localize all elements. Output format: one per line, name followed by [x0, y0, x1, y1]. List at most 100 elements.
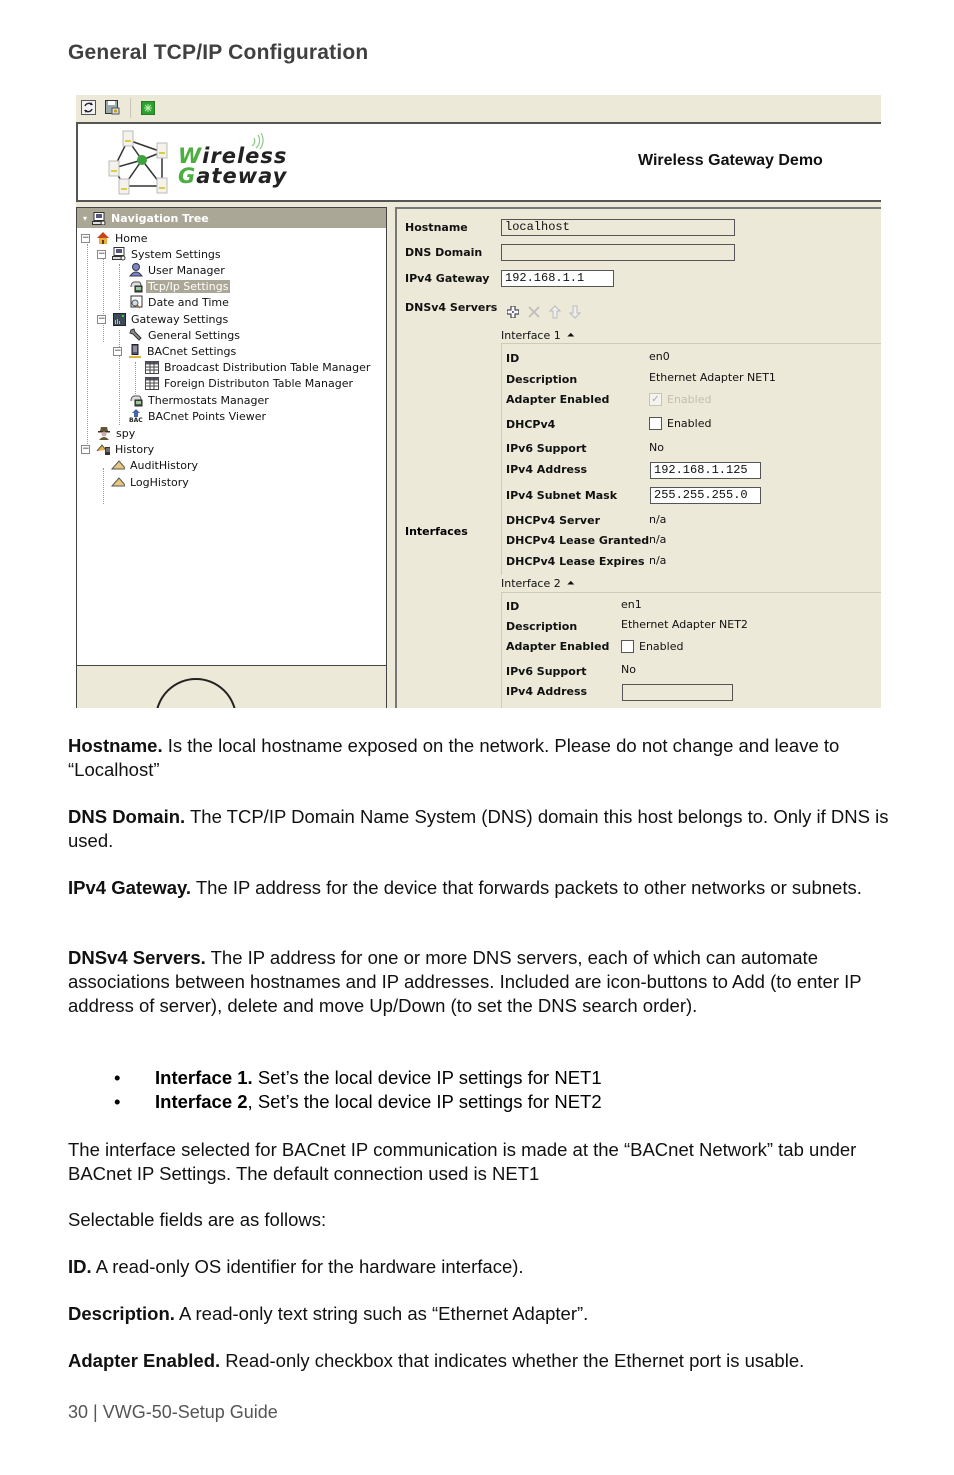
tree-item-user-manager[interactable]: User Manager [129, 262, 227, 278]
tree-label: User Manager [148, 263, 225, 277]
checkbox-checked[interactable]: ✓ [649, 393, 662, 406]
collapse-up-icon[interactable]: ⏶ [567, 330, 575, 341]
nav-lower-panel [77, 666, 386, 708]
collapse-toggle[interactable]: − [113, 346, 122, 356]
toolbar [76, 95, 881, 122]
ipv4-address-input[interactable] [622, 684, 733, 701]
gateway-icon [112, 312, 126, 326]
move-down-icon[interactable] [568, 305, 582, 322]
gauge-circle [155, 678, 237, 708]
lease-granted-value: n/a [649, 533, 667, 546]
tree-label: Date and Time [148, 295, 229, 309]
tree-item-foreign-distribution-table-manager[interactable]: Foreign Distributon Table Manager [145, 375, 355, 391]
checkbox-unchecked[interactable] [649, 417, 662, 430]
table-icon [145, 360, 159, 374]
id-field-description: ID. A read-only OS identifier for the ha… [68, 1255, 898, 1279]
tree-item-system-settings[interactable]: − System Settings [97, 246, 223, 262]
network-icon [129, 279, 143, 293]
tree-item-broadcast-distribution-table-manager[interactable]: Broadcast Distribution Table Manager [145, 359, 372, 375]
dhcp-server-label: DHCPv4 Server [506, 513, 600, 527]
lease-expires-label: DHCPv4 Lease Expires [506, 554, 645, 568]
interface2-header[interactable]: Interface 2 ⏶ [501, 577, 575, 590]
tcpip-settings-form: Hostname localhost DNS Domain IPv4 Gatew… [395, 207, 881, 708]
tree-label: Broadcast Distribution Table Manager [164, 360, 371, 374]
tree-item-general-settings[interactable]: General Settings [129, 327, 242, 343]
nav-header-title: Navigation Tree [111, 211, 209, 225]
description-label: Description [506, 619, 578, 633]
interface1-header[interactable]: Interface 1 ⏶ [501, 329, 575, 342]
tree-item-home[interactable]: − Home [81, 230, 149, 246]
dhcp-server-value: n/a [649, 513, 667, 526]
dns-domain-label: DNS Domain [405, 246, 483, 259]
server-icon [128, 344, 142, 358]
tree-item-thermostats-manager[interactable]: Thermostats Manager [129, 392, 271, 408]
ipv4-address-input[interactable]: 192.168.1.125 [650, 462, 761, 479]
tree-item-date-and-time[interactable]: Date and Time [129, 294, 231, 310]
add-icon[interactable] [506, 305, 520, 321]
adapter-field-description: Adapter Enabled. Read-only checkbox that… [68, 1349, 898, 1373]
tree-label: BACnet Settings [147, 344, 237, 358]
definition: Set’s the local device IP settings for N… [252, 1067, 602, 1088]
tree-item-loghistory[interactable]: LogHistory [111, 474, 191, 490]
dns-server-actions [506, 305, 582, 322]
term: ID. [68, 1256, 92, 1277]
dhcpv4-label: DHCPv4 [506, 417, 556, 431]
move-up-icon[interactable] [548, 305, 562, 322]
bacnet-note: The interface selected for BACnet IP com… [68, 1139, 857, 1184]
adapter-enabled-checkbox[interactable]: ✓ Enabled [649, 393, 711, 406]
tree-item-bacnet-settings[interactable]: − BACnet Settings [113, 343, 238, 359]
clock-icon [129, 295, 143, 309]
save-icon[interactable] [104, 99, 121, 116]
interface2-title: Interface 2 [501, 577, 561, 590]
collapse-toggle[interactable]: − [97, 314, 106, 324]
collapse-toggle[interactable]: − [81, 233, 90, 243]
selectable-intro: Selectable fields are as follows: [68, 1209, 327, 1230]
subnet-mask-input[interactable]: 255.255.255.0 [650, 487, 761, 504]
hostname-input[interactable]: localhost [501, 219, 735, 236]
collapse-toggle[interactable]: − [81, 444, 90, 454]
tree-item-audithistory[interactable]: AuditHistory [111, 457, 200, 473]
id-value: en1 [621, 598, 642, 611]
tree-item-bacnet-points-viewer[interactable]: BAC BACnet Points Viewer [129, 408, 268, 424]
app-title: Wireless Gateway Demo [638, 152, 823, 169]
app-screenshot: Wireless Gateway Wireless Gateway Demo ▾… [76, 95, 881, 708]
term: Description. [68, 1303, 175, 1324]
adapter-enabled-label: Adapter Enabled [506, 639, 610, 653]
toolbar-separator [130, 98, 131, 118]
wireless-gateway-logo: Wireless Gateway [178, 146, 288, 188]
tree-item-tcp-ip-settings[interactable]: Tcp/Ip Settings [129, 278, 231, 294]
id-label: ID [506, 351, 520, 365]
delete-icon[interactable] [527, 305, 541, 322]
refresh-icon[interactable] [80, 99, 97, 116]
tree-label: LogHistory [130, 475, 189, 489]
description-field-description: Description. A read-only text string suc… [68, 1302, 898, 1326]
connect-icon[interactable] [139, 99, 156, 116]
checkbox-unchecked[interactable] [621, 640, 634, 653]
nav-header[interactable]: ▾ Navigation Tree [77, 208, 386, 228]
tree-label: System Settings [131, 247, 221, 261]
dhcpv4-checkbox[interactable]: Enabled [649, 417, 711, 430]
logo-text-ateway: ateway [196, 164, 288, 188]
collapse-toggle[interactable]: − [97, 249, 106, 259]
wrench-icon [129, 328, 143, 342]
collapse-up-icon[interactable]: ⏶ [567, 578, 575, 589]
tree-item-spy[interactable]: spy [97, 425, 137, 441]
tree-label: AuditHistory [130, 458, 198, 472]
interface-bullet-list: • Interface 1. Set’s the local device IP … [68, 1066, 602, 1114]
dns-domain-input[interactable] [501, 244, 735, 261]
tree-label: General Settings [148, 328, 240, 342]
tree-label: spy [116, 426, 136, 440]
table-icon [145, 376, 159, 390]
ipv4-gateway-input[interactable]: 192.168.1.1 [501, 270, 614, 287]
home-icon [96, 231, 110, 245]
collapse-arrow-icon[interactable]: ▾ [83, 214, 87, 223]
checkbox-label: Enabled [639, 640, 684, 653]
panel-splitter[interactable] [387, 207, 395, 708]
tree-label: Thermostats Manager [148, 393, 269, 407]
tree-item-history[interactable]: − History [81, 441, 156, 457]
adapter-enabled-label: Adapter Enabled [506, 392, 610, 406]
adapter-enabled-checkbox[interactable]: Enabled [621, 640, 683, 653]
tree-label: Home [115, 231, 148, 245]
interface2-panel: ID en1 Description Ethernet Adapter NET2… [501, 592, 881, 708]
tree-item-gateway-settings[interactable]: − Gateway Settings [97, 311, 230, 327]
